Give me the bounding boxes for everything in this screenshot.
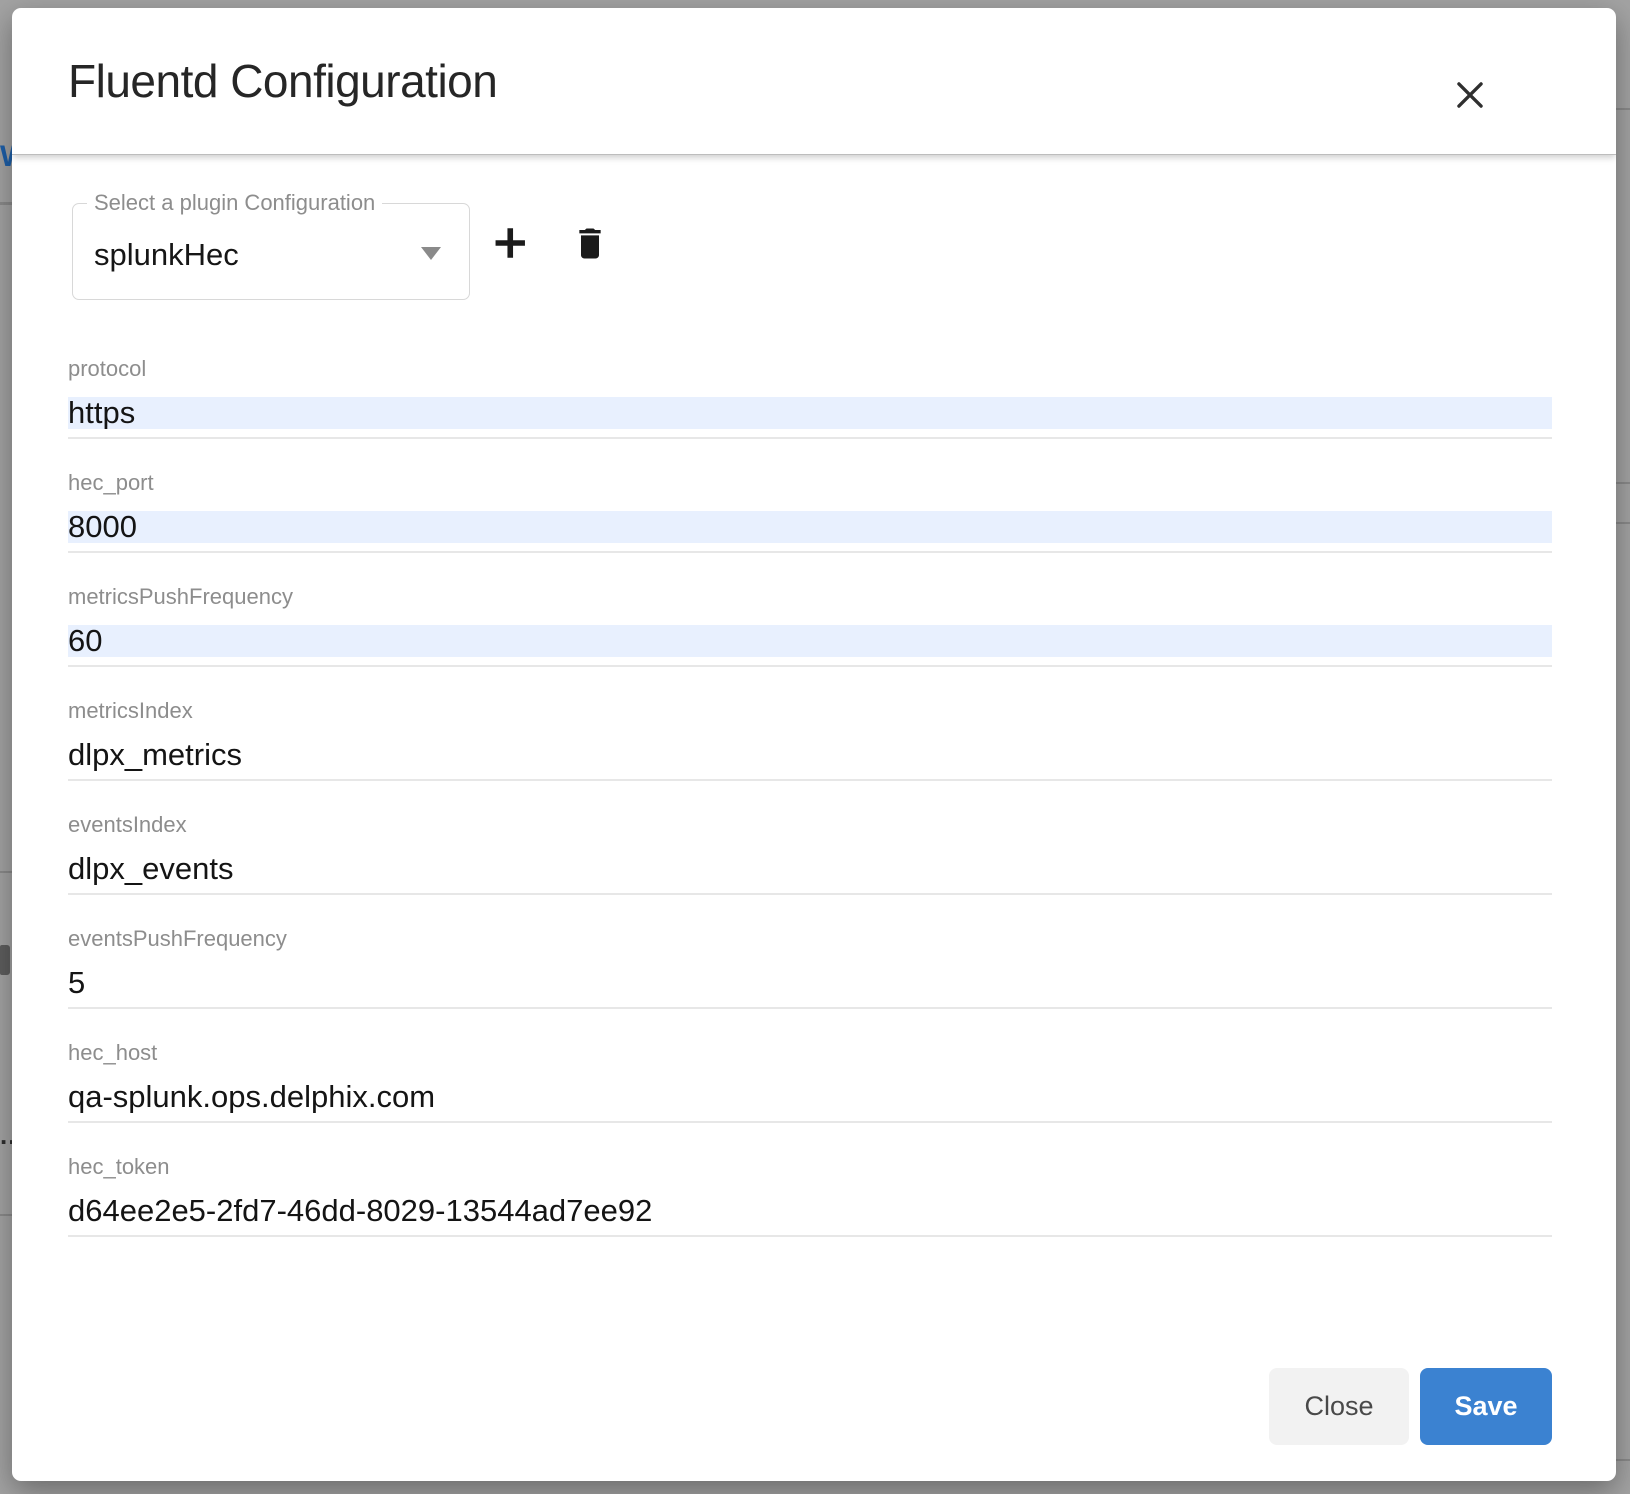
- field-label: metricsPushFrequency: [68, 583, 1552, 611]
- background-partial-link: W: [0, 140, 12, 174]
- background-divider: [1616, 1459, 1630, 1461]
- dialog-title: Fluentd Configuration: [68, 54, 497, 108]
- plugin-configuration-select[interactable]: Select a plugin Configuration splunkHec: [72, 203, 470, 300]
- field-label: hec_port: [68, 469, 1552, 497]
- form-field: protocol https: [68, 355, 1552, 439]
- field-label: hec_host: [68, 1039, 1552, 1067]
- close-icon: [1451, 76, 1489, 117]
- background-icon-fragment: [0, 945, 10, 975]
- caret-down-icon: [421, 247, 441, 260]
- dialog-header: Fluentd Configuration: [12, 8, 1616, 155]
- field-underline: 5: [68, 967, 1552, 1009]
- background-divider: [1616, 522, 1630, 524]
- dialog-footer: Close Save: [1269, 1368, 1552, 1445]
- field-underline: 8000: [68, 511, 1552, 553]
- close-dialog-button[interactable]: [1448, 74, 1492, 118]
- field-label: metricsIndex: [68, 697, 1552, 725]
- plugin-configuration-row: Select a plugin Configuration splunkHec: [68, 196, 1552, 300]
- field-input[interactable]: https: [68, 397, 1552, 429]
- field-underline: dlpx_metrics: [68, 739, 1552, 781]
- plugin-select-value: splunkHec: [94, 237, 239, 273]
- form-field: metricsPushFrequency 60: [68, 583, 1552, 667]
- form-field: hec_token d64ee2e5-2fd7-46dd-8029-13544a…: [68, 1153, 1552, 1237]
- form-field: eventsIndex dlpx_events: [68, 811, 1552, 895]
- save-button[interactable]: Save: [1420, 1368, 1552, 1445]
- plugin-select-label: Select a plugin Configuration: [87, 190, 382, 216]
- field-underline: dlpx_events: [68, 853, 1552, 895]
- background-divider: [1616, 482, 1630, 484]
- field-label: protocol: [68, 355, 1552, 383]
- background-divider: [1616, 108, 1630, 110]
- form-field: hec_port 8000: [68, 469, 1552, 553]
- field-label: eventsPushFrequency: [68, 925, 1552, 953]
- dialog-body: Select a plugin Configuration splunkHec …: [12, 155, 1616, 1481]
- configuration-fields: protocol https hec_port 8000 metricsPush…: [68, 355, 1552, 1237]
- field-label: hec_token: [68, 1153, 1552, 1181]
- field-underline: https: [68, 397, 1552, 439]
- field-input[interactable]: 5: [68, 967, 1552, 999]
- form-field: hec_host qa-splunk.ops.delphix.com: [68, 1039, 1552, 1123]
- add-configuration-button[interactable]: [488, 220, 536, 268]
- field-underline: qa-splunk.ops.delphix.com: [68, 1081, 1552, 1123]
- field-input[interactable]: qa-splunk.ops.delphix.com: [68, 1081, 1552, 1113]
- background-divider: [0, 202, 12, 205]
- trash-icon: [570, 223, 610, 266]
- field-underline: 60: [68, 625, 1552, 667]
- background-divider: [0, 1214, 12, 1216]
- form-field: eventsPushFrequency 5: [68, 925, 1552, 1009]
- field-input[interactable]: d64ee2e5-2fd7-46dd-8029-13544ad7ee92: [68, 1195, 1552, 1227]
- form-field: metricsIndex dlpx_metrics: [68, 697, 1552, 781]
- field-input[interactable]: 8000: [68, 511, 1552, 543]
- field-label: eventsIndex: [68, 811, 1552, 839]
- field-input[interactable]: dlpx_events: [68, 853, 1552, 885]
- field-input[interactable]: dlpx_metrics: [68, 739, 1552, 771]
- plus-icon: [491, 222, 533, 267]
- delete-configuration-button[interactable]: [566, 220, 614, 268]
- field-underline: d64ee2e5-2fd7-46dd-8029-13544ad7ee92: [68, 1195, 1552, 1237]
- close-button[interactable]: Close: [1269, 1368, 1409, 1445]
- field-input[interactable]: 60: [68, 625, 1552, 657]
- background-divider: [0, 871, 12, 873]
- fluentd-configuration-dialog: Fluentd Configuration Select a plugin Co…: [12, 8, 1616, 1481]
